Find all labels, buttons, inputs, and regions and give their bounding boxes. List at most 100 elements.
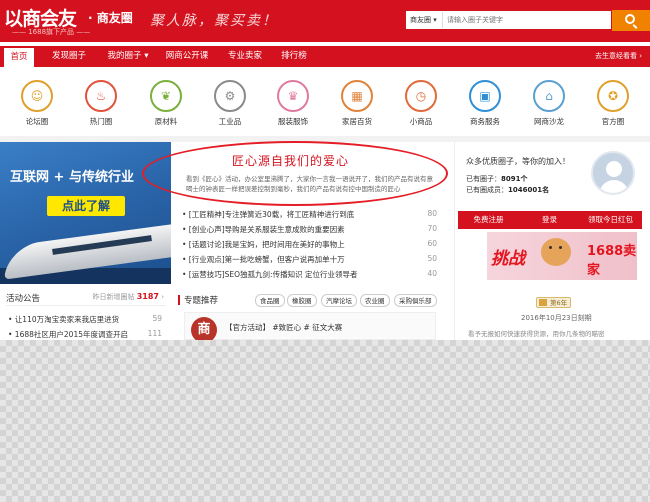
page: 以商会友 · 商友圈 —— 1688旗下产品 —— 聚人脉，聚买卖！ 商友圈 ▾… xyxy=(0,0,650,340)
clock-icon: ◷ xyxy=(405,80,437,112)
category-glyph: ⚙ xyxy=(224,89,236,103)
main-nav: 首页 发现圈子 我的圈子 ▾ 网商公开课 专业卖家 排行榜 去生意经看看 › xyxy=(0,46,650,67)
circle-count-value: 8091个 xyxy=(501,175,528,183)
mascot-icon xyxy=(541,238,571,266)
nav-discover[interactable]: 发现圈子 xyxy=(46,46,92,67)
activity-item[interactable]: • 1688社区用户2015年度调查开启 111 xyxy=(8,329,162,340)
category-9[interactable]: ✪ 官方圈 xyxy=(588,75,638,127)
category-5[interactable]: ▦ 家居百货 xyxy=(332,75,382,127)
category-7[interactable]: ▣ 商务服务 xyxy=(460,75,510,127)
category-label: 论坛圈 xyxy=(25,117,49,126)
activity-count: 昨日新增圈帖 3187 › xyxy=(92,292,164,301)
years-badge: 第6年 xyxy=(536,297,572,308)
people-icon: ☺ xyxy=(21,80,53,112)
category-label: 热门圈 xyxy=(89,117,113,126)
nav-pro-sellers[interactable]: 专业卖家 xyxy=(222,46,268,67)
search-box: 商友圈 ▾ xyxy=(406,11,611,29)
topic-tag[interactable]: 食品圈 xyxy=(255,294,285,307)
category-2[interactable]: ❦ 原材料 xyxy=(141,75,191,127)
news-item[interactable]: • [运营技巧]SEO独孤九剑:传播知识 定位行业领导者 40 xyxy=(182,269,437,280)
topic-tag[interactable]: 橡胶圈 xyxy=(287,294,317,307)
banner-button[interactable]: 点此了解 xyxy=(47,196,125,216)
category-glyph: ♨ xyxy=(95,89,107,103)
topic-tag[interactable]: 采购俱乐部 xyxy=(394,294,437,307)
nav-rankings[interactable]: 排行榜 xyxy=(276,46,312,67)
nav-business-link[interactable]: 去生意经看看 › xyxy=(595,46,642,67)
news-text: • [行业观点]第一批吃螃蟹，但客户说再加单十万 xyxy=(182,255,345,264)
category-label: 工业品 xyxy=(218,117,242,126)
slogan: 聚人脉，聚买卖！ xyxy=(150,13,278,29)
avatar-body xyxy=(599,180,629,193)
circle-count: 已有圈子：8091个 xyxy=(466,174,527,184)
nav-my-circles[interactable]: 我的圈子 ▾ xyxy=(100,46,156,67)
activity-item-text: • 1688社区用户2015年度调查开启 xyxy=(8,330,128,339)
briefcase-icon: ▣ xyxy=(469,80,501,112)
activity-count-value: 3187 xyxy=(136,292,159,301)
activity-item-count: 59 xyxy=(152,314,162,323)
banner-headline: 互联网 + 与传统行业 xyxy=(10,170,134,185)
challenge-promo[interactable]: 挑战 1688卖家 xyxy=(487,232,637,280)
flame-icon: ♨ xyxy=(85,80,117,112)
gear-icon: ⚙ xyxy=(214,80,246,112)
category-glyph: ▣ xyxy=(479,89,491,103)
register-button[interactable]: 免费注册 xyxy=(458,211,519,229)
user-avatar[interactable] xyxy=(591,151,635,195)
avatar-head xyxy=(606,161,622,177)
search-button[interactable] xyxy=(612,10,650,31)
event-date: 2016年10月23日刻期 xyxy=(521,314,592,322)
badge-icon: ✪ xyxy=(597,80,629,112)
category-label: 官方圈 xyxy=(601,117,625,126)
news-item[interactable]: • [工匠精神]专注弹簧近30载，将工匠精神进行到底 80 xyxy=(182,209,437,220)
logo-tagline: —— 1688旗下产品 —— xyxy=(12,28,91,36)
category-label: 商务服务 xyxy=(470,117,500,126)
category-glyph: ▦ xyxy=(351,89,363,103)
news-count: 80 xyxy=(427,209,437,218)
news-text: • [创业心声]导购是关系服装生意成败的重要因素 xyxy=(182,225,345,234)
category-glyph: ☺ xyxy=(30,89,44,103)
event-message: 看予无报如何快速获得货源，用你几条物的瞄密 xyxy=(468,330,605,338)
category-3[interactable]: ⚙ 工业品 xyxy=(205,75,255,127)
category-glyph: ♛ xyxy=(287,89,299,103)
activity-count-label: 昨日新增圈帖 xyxy=(92,293,135,301)
promo-headline: 挑战 xyxy=(491,249,525,269)
category-label: 家居百货 xyxy=(342,117,372,126)
nav-home[interactable]: 首页 xyxy=(4,46,34,67)
promo-headline-2: 1688卖家 xyxy=(587,244,637,278)
member-count-label: 已有圈成员： xyxy=(466,186,508,194)
category-4[interactable]: ♛ 服装服饰 xyxy=(268,75,318,127)
header: 以商会友 · 商友圈 —— 1688旗下产品 —— 聚人脉，聚买卖！ 商友圈 ▾ xyxy=(0,0,650,42)
news-item[interactable]: • [创业心声]导购是关系服装生意成败的重要因素 70 xyxy=(182,224,437,235)
category-label: 小商品 xyxy=(409,117,433,126)
news-item[interactable]: • [行业观点]第一批吃螃蟹，但客户说再加单十万 50 xyxy=(182,254,437,265)
topic-tag[interactable]: 农业圈 xyxy=(360,294,390,307)
category-glyph: ◷ xyxy=(415,89,427,103)
activity-item[interactable]: • 让110万淘宝卖家来我店里进货 59 xyxy=(8,314,162,325)
join-intro: 众多优质圈子，等你的加入！ xyxy=(466,157,570,166)
highlight-annotation xyxy=(142,141,448,206)
topic-card[interactable]: 商 【官方活动】 #致匠心 # 征文大赛 xyxy=(184,312,436,340)
category-0[interactable]: ☺ 论坛圈 xyxy=(12,75,62,127)
promo-banner[interactable]: 互联网 + 与传统行业 点此了解 xyxy=(0,142,171,284)
category-bar: ☺ 论坛圈 ♨ 热门圈 ❦ 原材料 ⚙ 工业品 ♛ 服装服饰 ▦ 家居百货 ◷ 小商品 ▣ 商务服务 ⌂ 网商沙龙… xyxy=(0,75,650,135)
search-scope-select[interactable]: 商友圈 ▾ xyxy=(407,12,443,28)
category-6[interactable]: ◷ 小商品 xyxy=(396,75,446,127)
category-glyph: ⌂ xyxy=(545,89,553,103)
topic-tag[interactable]: 汽摩论坛 xyxy=(321,294,357,307)
red-packet-button[interactable]: 领取今日红包 xyxy=(580,211,641,229)
search-icon xyxy=(625,14,635,24)
circle-count-label: 已有圈子： xyxy=(466,175,501,183)
news-count: 50 xyxy=(427,254,437,263)
login-button[interactable]: 登录 xyxy=(519,211,580,229)
sofa-icon: ▦ xyxy=(341,80,373,112)
category-glyph: ✪ xyxy=(607,89,619,103)
category-glyph: ❦ xyxy=(160,89,172,103)
logo-subtitle: · 商友圈 xyxy=(88,11,133,25)
category-8[interactable]: ⌂ 网商沙龙 xyxy=(524,75,574,127)
nav-open-class[interactable]: 网商公开课 xyxy=(160,46,214,67)
news-item[interactable]: • [话题讨论]我是宝妈，把时间用在美好的事物上 60 xyxy=(182,239,437,250)
laptop-icon: ⌂ xyxy=(533,80,565,112)
search-input[interactable] xyxy=(447,12,607,28)
category-label: 原材料 xyxy=(154,117,178,126)
category-1[interactable]: ♨ 热门圈 xyxy=(76,75,126,127)
transparent-background xyxy=(0,340,650,502)
